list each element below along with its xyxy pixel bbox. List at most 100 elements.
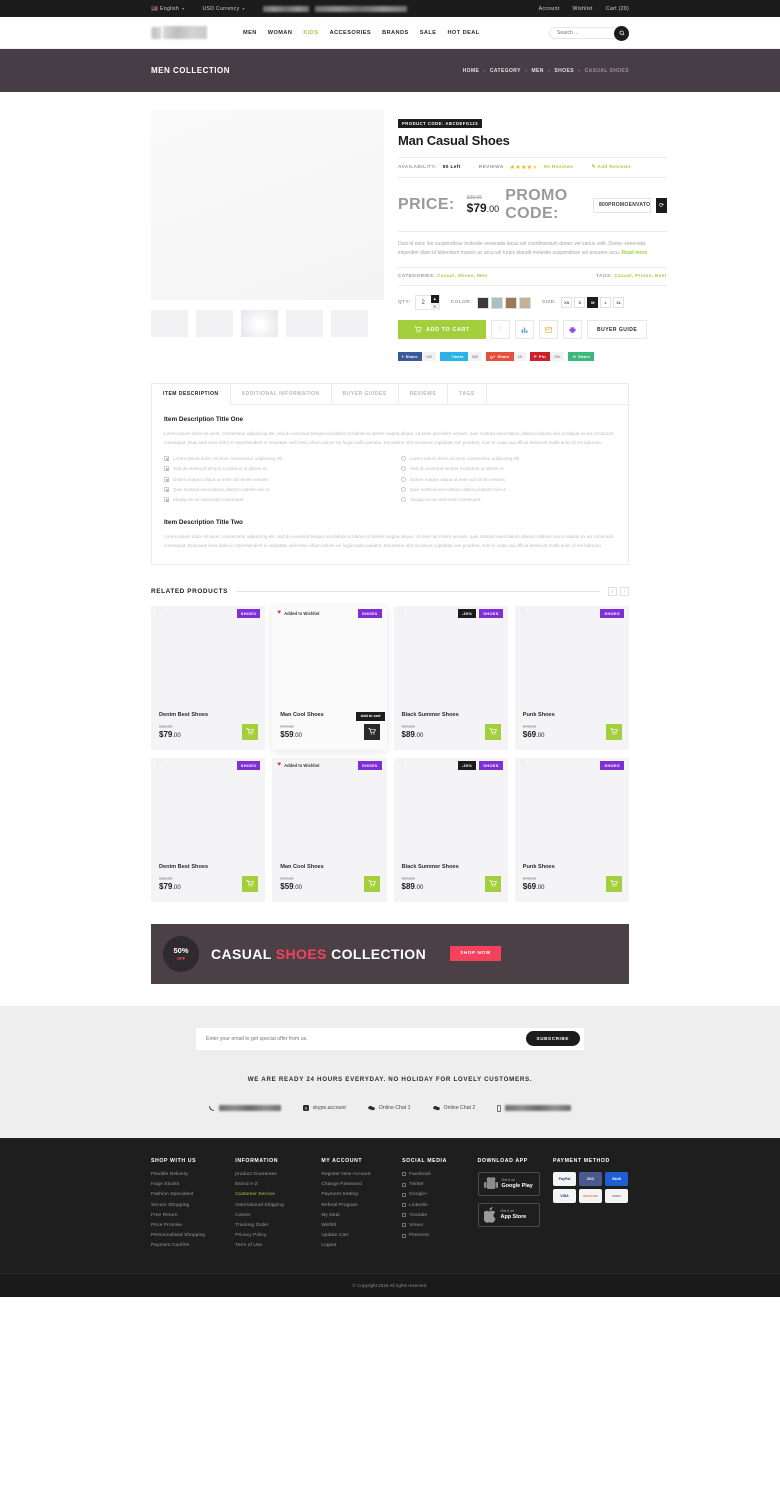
add-to-cart-icon-button[interactable] — [363, 875, 380, 892]
cart-link[interactable]: Cart (20) — [606, 6, 629, 12]
wishlist-heart-icon[interactable]: ♥ — [277, 610, 281, 617]
social-link-googleplus[interactable]: Google+ — [402, 1192, 465, 1197]
contact-skype[interactable]: S skype.account — [302, 1105, 346, 1112]
product-card[interactable]: ♥ Added to Wishlist SHOES Man Cool Shoes… — [272, 757, 387, 902]
footer-link[interactable]: Career — [235, 1213, 309, 1218]
tab-additional-information[interactable]: ADDITIONAL INFORMATION — [231, 384, 332, 405]
footer-link[interactable]: Price Promise — [151, 1223, 223, 1228]
wishlist-heart-icon[interactable]: ♥ — [277, 762, 281, 769]
wishlist-heart-icon[interactable]: ♡ — [520, 610, 526, 617]
footer-link[interactable]: Free Return — [151, 1213, 223, 1218]
site-logo[interactable] — [151, 26, 221, 39]
search-button[interactable] — [614, 25, 629, 41]
share-twitter-button[interactable]: 🐦 Tweet — [440, 352, 468, 362]
add-to-cart-icon-button[interactable] — [242, 875, 259, 892]
footer-link[interactable]: International Shipping — [235, 1203, 309, 1208]
color-swatch-dark[interactable] — [477, 296, 490, 309]
footer-link[interactable]: Tracking Order — [235, 1223, 309, 1228]
contact-chat-1[interactable]: Online Chat 1 — [368, 1105, 411, 1111]
wishlist-button[interactable]: ♡ — [491, 320, 510, 340]
shop-now-button[interactable]: SHOP NOW — [450, 946, 501, 962]
size-option-s[interactable]: S — [574, 297, 586, 309]
size-option-xl[interactable]: XL — [613, 297, 625, 309]
breadcrumb-shoes[interactable]: SHOES — [554, 68, 574, 74]
newsletter-email-input[interactable] — [206, 1035, 526, 1042]
add-to-cart-icon-button[interactable] — [606, 723, 622, 740]
tab-tags[interactable]: TAGS — [448, 384, 487, 405]
add-to-cart-icon-button[interactable] — [363, 723, 380, 740]
nav-item-sale[interactable]: SALE — [420, 30, 437, 36]
size-option-xs[interactable]: XS — [561, 297, 573, 309]
footer-link[interactable]: Payment Setting — [321, 1192, 390, 1197]
search-box[interactable] — [549, 25, 629, 41]
footer-link[interactable]: Privacy Policy — [235, 1233, 309, 1238]
social-link-vimeo[interactable]: Vimeo — [402, 1223, 465, 1228]
social-link-twitter[interactable]: Twitter — [402, 1182, 465, 1187]
product-card[interactable]: ♡ SHOES Denim Best Shoes $89.00 $79.00 — [151, 605, 266, 750]
add-to-cart-icon-button[interactable] — [484, 723, 501, 740]
footer-link[interactable]: Register New Account — [321, 1172, 390, 1177]
social-link-pinterest[interactable]: Pinterest — [402, 1233, 465, 1238]
email-button[interactable] — [539, 320, 558, 340]
product-card[interactable]: ♡ -30% SHOES Black Summer Shoes $99.00 $8… — [393, 605, 508, 750]
add-to-cart-icon-button[interactable] — [242, 723, 259, 740]
compare-button[interactable] — [515, 320, 534, 340]
buyer-guide-button[interactable]: BUYER GUIDE — [587, 320, 648, 340]
product-card[interactable]: ♡ SHOES Denim Best Shoes $89.00 $79.00 — [151, 757, 266, 902]
breadcrumb-category[interactable]: CATEGORY — [490, 68, 521, 74]
wishlist-heart-icon[interactable]: ♡ — [399, 762, 405, 769]
nav-item-woman[interactable]: WOMAN — [268, 30, 293, 36]
color-swatch-tan[interactable] — [519, 296, 532, 309]
nav-item-brands[interactable]: BRANDS — [382, 30, 409, 36]
quantity-stepper[interactable]: 2 ▲ ▼ — [414, 295, 440, 311]
product-card[interactable]: ♡ SHOES Punk Shoes $79.00 $69.00 — [514, 605, 629, 750]
footer-link[interactable]: Update Cart — [321, 1233, 390, 1238]
nav-item-kids[interactable]: KIDS — [303, 30, 318, 36]
tab-reviews[interactable]: REVIEWS — [399, 384, 449, 405]
footer-link[interactable]: product Guarantee — [235, 1172, 309, 1177]
footer-link[interactable]: Personnalised Shopping — [151, 1233, 223, 1238]
breadcrumb-home[interactable]: HOME — [463, 68, 480, 74]
promo-code-input[interactable]: 800PROMOENVATO — [592, 197, 652, 213]
footer-link[interactable]: Brand A-Z — [235, 1182, 309, 1187]
contact-chat-2[interactable]: Online Chat 2 — [432, 1105, 475, 1111]
footer-link[interactable]: Change Password — [321, 1182, 390, 1187]
footer-link[interactable]: Flexible Delivery — [151, 1172, 223, 1177]
size-option-l[interactable]: L — [600, 297, 612, 309]
footer-link[interactable]: Referal Program — [321, 1203, 390, 1208]
wishlist-heart-icon[interactable]: ♡ — [156, 610, 162, 617]
tags-value[interactable]: Casual, Promo, Best — [614, 274, 666, 279]
social-link-facebook[interactable]: Facebook — [402, 1172, 465, 1177]
share-pinterest-button[interactable]: P Pin — [530, 352, 550, 362]
color-swatch-blue[interactable] — [491, 296, 504, 309]
nav-item-accesories[interactable]: ACCESORIES — [330, 30, 372, 36]
footer-link[interactable]: Secure Shopping — [151, 1203, 223, 1208]
subscribe-button[interactable]: SUBSCRIBE — [525, 1031, 580, 1047]
footer-link[interactable]: Payment Confirm — [151, 1243, 223, 1248]
google-play-button[interactable]: Get it on Google Play — [477, 1171, 540, 1196]
account-link[interactable]: Account — [539, 6, 560, 12]
wishlist-heart-icon[interactable]: ♡ — [156, 762, 162, 769]
wishlist-heart-icon[interactable]: ♡ — [520, 762, 526, 769]
footer-link[interactable]: Logout — [321, 1243, 390, 1248]
add-to-cart-icon-button[interactable] — [484, 875, 501, 892]
print-button[interactable] — [563, 320, 582, 340]
read-more-link[interactable]: Read more — [621, 250, 647, 256]
categories-value[interactable]: Casual, Shoes, Men — [437, 274, 487, 279]
tab-buyer-guides[interactable]: BUYER GUIDES — [332, 384, 399, 405]
currency-selector[interactable]: USD Currency ▾ — [202, 6, 244, 12]
carousel-next-button[interactable]: › — [620, 586, 629, 596]
wishlist-link[interactable]: Wishlist — [573, 6, 593, 12]
product-thumbnail[interactable] — [151, 310, 188, 337]
footer-link[interactable]: Wishlit — [321, 1223, 390, 1228]
nav-item-men[interactable]: MEN — [243, 30, 257, 36]
add-reviews-link[interactable]: ✎ Add Reviews — [591, 165, 631, 170]
product-thumbnail[interactable] — [331, 310, 368, 337]
share-googleplus-button[interactable]: g+ Share — [486, 352, 514, 362]
contact-mobile[interactable] — [497, 1105, 572, 1112]
footer-link[interactable]: Fashion Specialest — [151, 1192, 223, 1197]
product-thumbnail[interactable] — [196, 310, 233, 337]
add-to-cart-button[interactable]: ADD TO CART — [398, 320, 486, 340]
product-main-image[interactable] — [151, 110, 384, 300]
product-card[interactable]: ♡ SHOES Punk Shoes $79.00 $69.00 — [514, 757, 629, 902]
